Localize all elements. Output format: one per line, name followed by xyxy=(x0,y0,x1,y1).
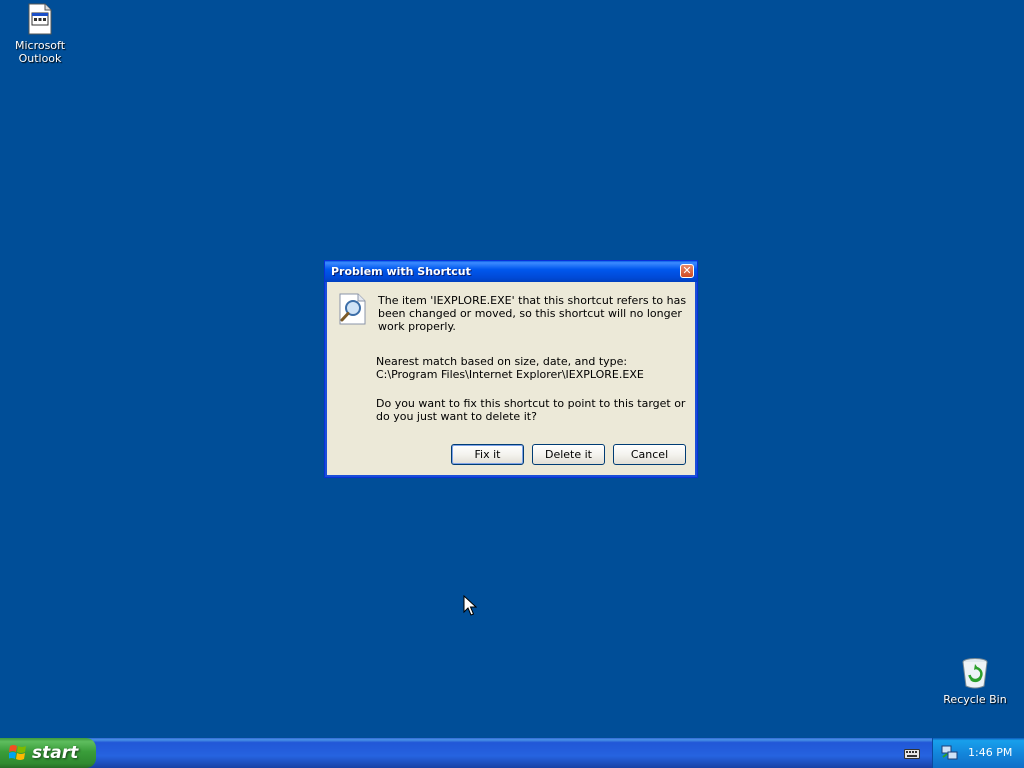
fix-it-button[interactable]: Fix it xyxy=(451,444,524,465)
desktop-icon-outlook[interactable]: Microsoft Outlook xyxy=(3,3,77,65)
close-button[interactable]: ✕ xyxy=(680,264,694,278)
close-icon: ✕ xyxy=(682,264,692,277)
dialog-question: Do you want to fix this shortcut to poin… xyxy=(376,397,686,423)
desktop-icon-recycle-bin[interactable]: Recycle Bin xyxy=(938,657,1012,706)
clock[interactable]: 1:46 PM xyxy=(968,738,1012,768)
nearest-match-path: C:\Program Files\Internet Explorer\IEXPL… xyxy=(376,368,644,381)
nearest-match-label: Nearest match based on size, date, and t… xyxy=(376,355,628,368)
document-magnifier-icon xyxy=(339,293,366,325)
dialog-title: Problem with Shortcut xyxy=(331,265,471,278)
cancel-button[interactable]: Cancel xyxy=(613,444,686,465)
dialog-message: The item 'IEXPLORE.EXE' that this shortc… xyxy=(378,294,687,333)
dialog-body: The item 'IEXPLORE.EXE' that this shortc… xyxy=(328,282,694,474)
nearest-match-block: Nearest match based on size, date, and t… xyxy=(376,355,688,381)
dialog-titlebar[interactable]: Problem with Shortcut ✕ xyxy=(325,261,697,282)
network-connection-icon[interactable] xyxy=(941,745,959,761)
recycle-bin-icon xyxy=(962,658,988,689)
mouse-cursor-icon xyxy=(463,595,477,616)
windows-logo-icon xyxy=(9,745,26,760)
taskbar: start 1:46 PM xyxy=(0,738,1024,768)
system-tray: 1:46 PM xyxy=(932,738,1024,768)
recycle-bin-label: Recycle Bin xyxy=(943,693,1007,706)
outlook-icon-label: Microsoft Outlook xyxy=(14,39,66,65)
delete-it-button[interactable]: Delete it xyxy=(532,444,605,465)
keyboard-icon[interactable] xyxy=(904,747,920,759)
start-button[interactable]: start xyxy=(0,738,96,768)
outlook-shortcut-icon xyxy=(28,3,52,35)
start-label: start xyxy=(32,743,79,763)
problem-with-shortcut-dialog: Problem with Shortcut ✕ The item 'IEXPLO… xyxy=(324,260,698,478)
